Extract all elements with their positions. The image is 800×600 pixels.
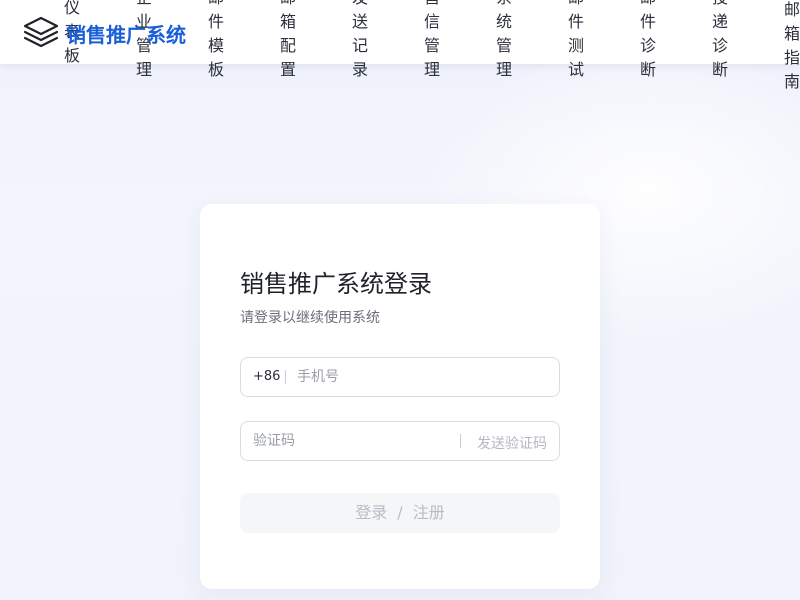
country-code-prefix[interactable]: +86 — [253, 369, 280, 384]
brand-title[interactable]: 销售推广系统 — [66, 19, 186, 48]
nav-item-mailbox-config[interactable]: 邮箱配置 — [276, 0, 300, 82]
send-code-divider — [460, 434, 461, 448]
phone-field[interactable]: +86 — [240, 357, 560, 397]
nav-item-message-management[interactable]: 营信管理 — [420, 0, 444, 82]
verification-code-input[interactable] — [253, 423, 453, 459]
nav-item-system-management[interactable]: 系统管理 — [492, 0, 516, 82]
nav-item-email-test[interactable]: 邮件测试 — [564, 0, 588, 82]
login-subtitle: 请登录以继续使用系统 — [240, 310, 380, 326]
nav-item-email-templates[interactable]: 邮件模板 — [204, 0, 228, 82]
send-code-button[interactable]: 发送验证码 — [477, 433, 547, 453]
login-card: 销售推广系统登录 请登录以继续使用系统 +86 发送验证码 登录 / 注册 — [200, 204, 600, 589]
login-register-button[interactable]: 登录 / 注册 — [240, 493, 560, 533]
register-label: 注册 — [412, 503, 445, 522]
layers-icon[interactable] — [22, 14, 60, 50]
login-register-separator: / — [397, 503, 403, 522]
login-title: 销售推广系统登录 — [240, 270, 432, 298]
phone-input[interactable] — [297, 359, 547, 395]
nav-item-mailbox-guide[interactable]: 邮箱指南 — [780, 0, 800, 94]
nav-item-email-diagnosis[interactable]: 邮件诊断 — [636, 0, 660, 82]
top-navbar: 销售推广系统 仪表板 企业管理 邮件模板 邮箱配置 发送记录 营信管理 系统管理… — [0, 0, 800, 91]
verification-code-field[interactable]: 发送验证码 — [240, 421, 560, 461]
nav-item-send-records[interactable]: 发送记录 — [348, 0, 372, 82]
prefix-divider — [285, 370, 286, 384]
login-label: 登录 — [355, 503, 388, 522]
nav-item-delivery-diagnosis[interactable]: 投递诊断 — [708, 0, 732, 82]
